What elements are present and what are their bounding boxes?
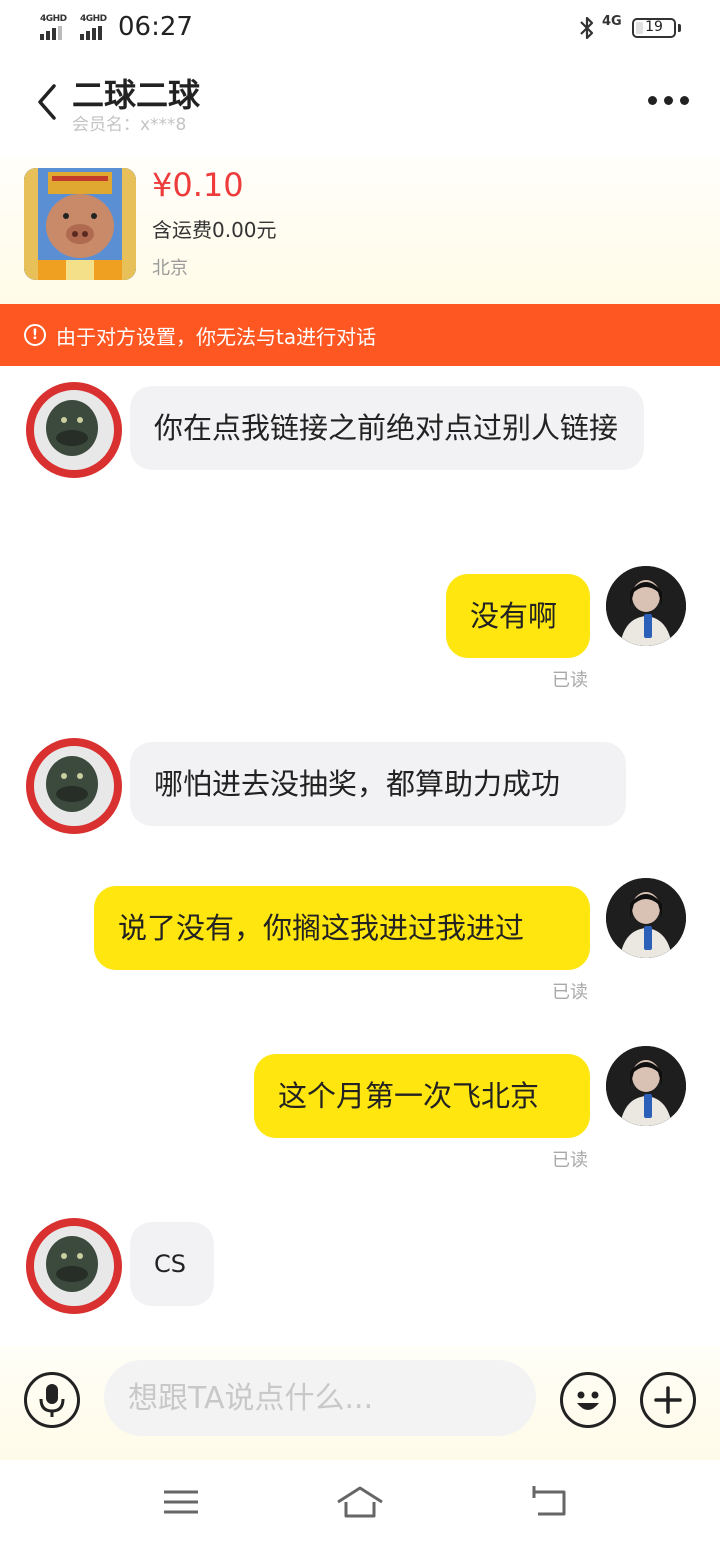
battery-level: 19 (645, 19, 663, 35)
input-bar (0, 1346, 720, 1460)
message-bubble-outgoing[interactable]: 这个月第一次飞北京 (254, 1054, 590, 1138)
microphone-icon (39, 1384, 65, 1417)
product-price: ¥0.10 (152, 166, 244, 204)
status-bar: 4GHD 4GHD 06:27 4G 19 (0, 0, 720, 58)
alert-circle-icon: ! (24, 324, 46, 346)
home-icon[interactable] (335, 1482, 385, 1522)
plus-icon (654, 1386, 682, 1414)
clock: 06:27 (118, 12, 193, 42)
more-options-button[interactable] (642, 88, 694, 112)
network-label: 4G (602, 14, 622, 29)
message-bubble-outgoing[interactable]: 说了没有，你搁这我进过我进过 (94, 886, 590, 970)
contact-avatar[interactable] (24, 380, 124, 480)
product-image[interactable] (24, 168, 136, 280)
contact-avatar[interactable] (24, 1216, 124, 1316)
sim1-signal-icon: 4GHD (40, 14, 72, 40)
read-status: 已读 (552, 982, 588, 1003)
sim2-signal-icon: 4GHD (80, 14, 112, 40)
message-bubble-incoming[interactable]: CS (130, 1222, 214, 1306)
member-name: 会员名：x***8 (72, 115, 187, 135)
my-avatar[interactable] (606, 1046, 686, 1126)
read-status: 已读 (552, 670, 588, 691)
more-dots-icon (647, 95, 657, 105)
emoji-icon (577, 1391, 599, 1410)
chat-header: 二球二球 会员名：x***8 (0, 58, 720, 158)
sim2-label: 4GHD (80, 14, 107, 24)
message-bubble-incoming[interactable]: 你在点我链接之前绝对点过别人链接 (130, 386, 644, 470)
product-location: 北京 (152, 258, 188, 279)
back-button[interactable] (30, 80, 64, 124)
message-input[interactable] (104, 1360, 536, 1436)
system-nav-bar (0, 1460, 720, 1544)
message-bubble-incoming[interactable]: 哪怕进去没抽奖，都算助力成功 (130, 742, 626, 826)
message-list[interactable]: 你在点我链接之前绝对点过别人链接 没有啊 已读 哪怕进去没抽奖，都算助力成功 说… (0, 366, 720, 1346)
restriction-banner: ! 由于对方设置，你无法与ta进行对话 (0, 304, 720, 366)
my-avatar[interactable] (606, 878, 686, 958)
emoji-button[interactable] (560, 1372, 616, 1428)
bluetooth-icon (580, 16, 594, 40)
more-actions-button[interactable] (640, 1372, 696, 1428)
contact-avatar[interactable] (24, 736, 124, 836)
banner-text: 由于对方设置，你无法与ta进行对话 (56, 324, 377, 349)
voice-button[interactable] (24, 1372, 80, 1428)
product-card[interactable]: ¥0.10 含运费0.00元 北京 (0, 158, 720, 304)
menu-icon[interactable] (156, 1482, 206, 1522)
shipping-fee: 含运费0.00元 (152, 218, 277, 242)
message-bubble-outgoing[interactable]: 没有啊 (446, 574, 590, 658)
back-icon[interactable] (524, 1482, 574, 1522)
battery-icon: 19 (632, 18, 676, 38)
sim1-label: 4GHD (40, 14, 67, 24)
read-status: 已读 (552, 1150, 588, 1171)
my-avatar[interactable] (606, 566, 686, 646)
